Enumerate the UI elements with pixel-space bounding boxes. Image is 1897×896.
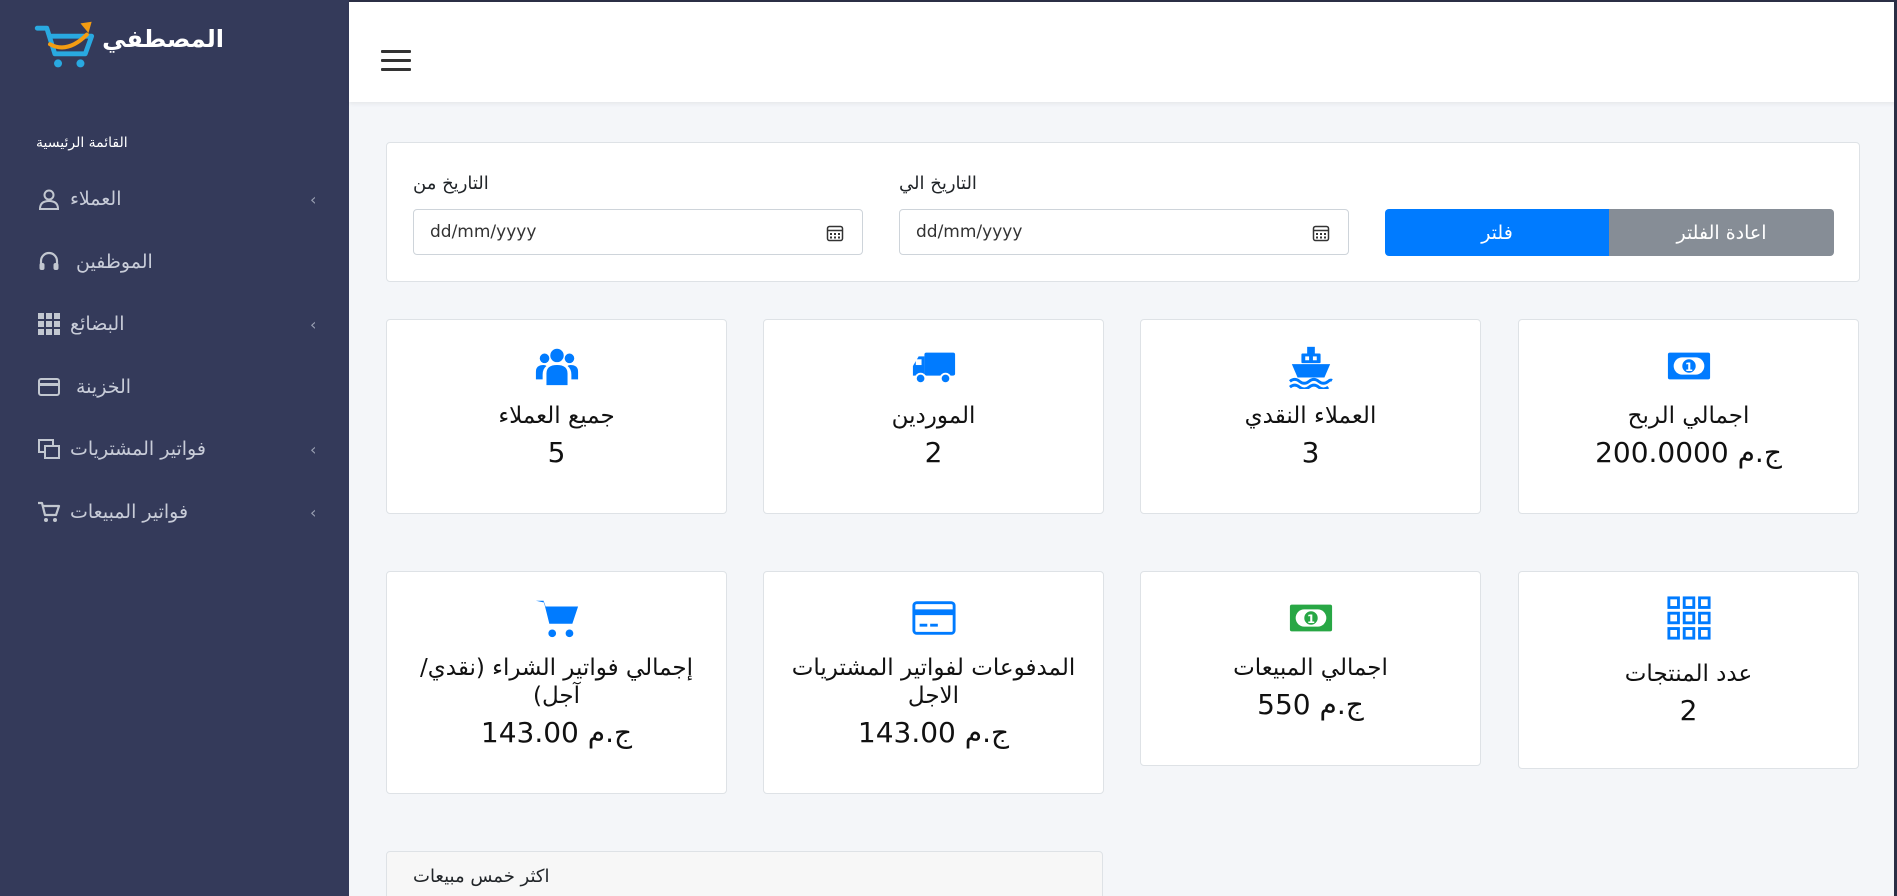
sidebar-item-goods[interactable]: البضائع ‹ (0, 297, 349, 351)
card-value: 5 (547, 436, 566, 469)
card-title: الموردين (891, 403, 976, 429)
top-navbar (349, 0, 1897, 102)
chevron-left-icon: ‹ (310, 439, 317, 459)
sidebar-item-label: الخزينة (76, 376, 132, 398)
svg-text:1: 1 (1684, 360, 1692, 374)
ship-icon (1287, 342, 1335, 390)
top-five-sales-card: اكثر خمس مبيعات (386, 851, 1103, 896)
copy-icon (36, 436, 62, 462)
date-to-label: التاريخ الي (899, 173, 977, 194)
sidebar-item-purchase-invoices[interactable]: فواتير المشتريات ‹ (0, 422, 349, 476)
card-title: العملاء النقدي (1244, 403, 1377, 429)
truck-icon (910, 342, 958, 390)
sidebar-item-label: العملاء (70, 188, 122, 210)
stat-card-total-sales: 1 اجمالي المبيعات ج.م 550 (1140, 571, 1481, 766)
credit-card-icon (910, 594, 958, 642)
menu-header: القائمة الرئيسية (36, 135, 128, 151)
top-sales-title: اكثر خمس مبيعات (413, 866, 550, 887)
users-icon (533, 342, 581, 390)
card-value: ج.م 550 (1257, 688, 1364, 721)
card-title: المدفوعات لفواتير المشتريات الاجل (791, 655, 1076, 709)
calendar-icon[interactable] (1312, 224, 1330, 242)
sidebar: المصطفي القائمة الرئيسية العملاء ‹ الموظ… (0, 0, 349, 896)
date-to-value: dd/mm/yyyy (916, 222, 1023, 242)
date-to-input[interactable]: dd/mm/yyyy (899, 209, 1349, 255)
brand-name: المصطفي (102, 25, 224, 53)
brand-cart-icon (34, 21, 95, 68)
stat-card-all-customers: جميع العملاء 5 (386, 319, 727, 514)
money-bill-icon: 1 (1665, 342, 1713, 390)
sidebar-item-label: فواتير المشتريات (70, 438, 206, 460)
card-value: 2 (1679, 694, 1698, 727)
user-icon (36, 186, 62, 212)
sidebar-item-label: الموظفين (76, 251, 153, 273)
card-title: جميع العملاء (498, 403, 615, 429)
stat-card-purchase-invoices-total: إجمالي فواتير الشراء (نقدي/آجل) ج.م 143.… (386, 571, 727, 794)
card-title: اجمالي المبيعات (1233, 655, 1388, 681)
stat-card-cash-customers: العملاء النقدي 3 (1140, 319, 1481, 514)
sidebar-item-label: البضائع (70, 313, 125, 335)
cart-icon (36, 499, 62, 525)
date-from-input[interactable]: dd/mm/yyyy (413, 209, 863, 255)
sidebar-item-treasury[interactable]: الخزينة (0, 360, 349, 414)
card-value: ج.م 143.00 (480, 716, 633, 749)
stat-card-suppliers: الموردين 2 (763, 319, 1104, 514)
chevron-left-icon: ‹ (310, 314, 317, 334)
chevron-left-icon: ‹ (310, 189, 317, 209)
stat-card-deferred-purchase-payments: المدفوعات لفواتير المشتريات الاجل ج.م 14… (763, 571, 1104, 794)
card-title: اجمالي الربح (1627, 403, 1750, 429)
card-value: 3 (1301, 436, 1320, 469)
sidebar-item-employees[interactable]: الموظفين (0, 235, 349, 289)
headset-icon (36, 249, 62, 275)
grid-icon (1665, 594, 1713, 642)
menu-toggle-icon[interactable] (381, 50, 413, 72)
card-title: إجمالي فواتير الشراء (نقدي/آجل) (420, 655, 693, 709)
filter-button[interactable]: فلتر (1385, 209, 1609, 256)
sidebar-item-customers[interactable]: العملاء ‹ (0, 172, 349, 226)
reset-filter-button[interactable]: اعادة الفلتر (1609, 209, 1834, 256)
svg-text:1: 1 (1306, 612, 1314, 626)
filter-card: التاريخ من dd/mm/yyyy التاريخ الي dd/mm/… (386, 142, 1860, 282)
sidebar-item-sales-invoices[interactable]: فواتير المبيعات ‹ (0, 485, 349, 539)
grid-icon (36, 311, 62, 337)
card-title: عدد المنتجات (1624, 661, 1753, 687)
date-from-value: dd/mm/yyyy (430, 222, 537, 242)
card-value: ج.م 200.0000 (1595, 436, 1782, 469)
sidebar-item-label: فواتير المبيعات (70, 501, 189, 523)
chevron-left-icon: ‹ (310, 502, 317, 522)
stat-card-total-profit: 1 اجمالي الربح ج.م 200.0000 (1518, 319, 1859, 514)
money-bill-icon: 1 (1287, 594, 1335, 642)
card-value: ج.م 143.00 (857, 716, 1010, 749)
credit-card-icon (36, 374, 62, 400)
calendar-icon[interactable] (826, 224, 844, 242)
cart-icon (533, 594, 581, 642)
date-from-label: التاريخ من (413, 173, 489, 194)
stat-card-products-count: عدد المنتجات 2 (1518, 571, 1859, 769)
card-value: 2 (924, 436, 943, 469)
brand-logo[interactable]: المصطفي (34, 10, 224, 80)
